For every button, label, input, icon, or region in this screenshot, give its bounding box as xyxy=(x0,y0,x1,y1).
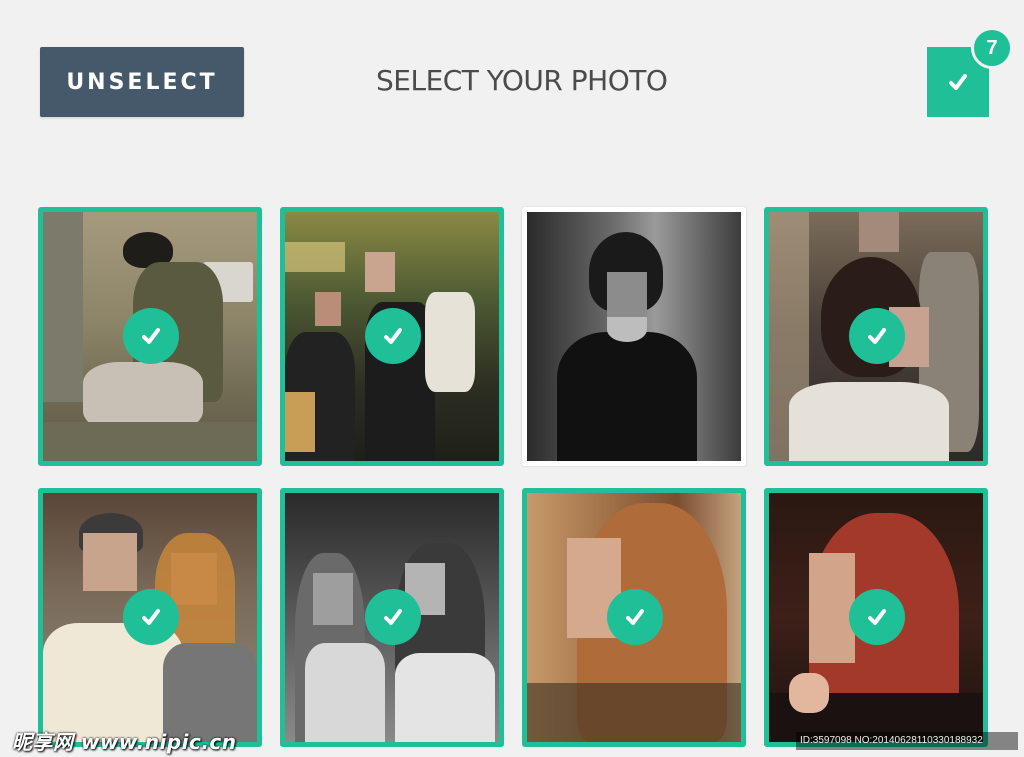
unselect-button[interactable]: UNSELECT xyxy=(40,47,244,117)
check-icon xyxy=(949,74,967,90)
photo-tile[interactable] xyxy=(38,488,262,747)
photo-tile[interactable] xyxy=(764,488,988,747)
selected-check-badge xyxy=(123,589,179,645)
selected-check-badge xyxy=(123,308,179,364)
check-icon xyxy=(142,609,160,625)
selected-check-badge xyxy=(849,308,905,364)
check-icon xyxy=(384,328,402,344)
watermark-logo: 昵享网 www.nipic.cn xyxy=(12,730,237,754)
photo-tile[interactable] xyxy=(522,207,746,466)
watermark-id: ID:3597098 NO:20140628110330188932 xyxy=(796,732,1018,750)
photo-grid xyxy=(38,207,988,747)
selected-check-badge xyxy=(365,308,421,364)
photo-tile[interactable] xyxy=(522,488,746,747)
check-icon xyxy=(626,609,644,625)
selected-check-badge xyxy=(849,589,905,645)
photo-tile[interactable] xyxy=(280,207,504,466)
check-icon xyxy=(868,609,886,625)
photo-image xyxy=(527,212,741,461)
page-title: SELECT YOUR PHOTO xyxy=(376,64,668,97)
check-icon xyxy=(142,328,160,344)
check-icon xyxy=(868,328,886,344)
check-icon xyxy=(384,609,402,625)
photo-tile[interactable] xyxy=(38,207,262,466)
photo-tile[interactable] xyxy=(764,207,988,466)
photo-tile[interactable] xyxy=(280,488,504,747)
selected-check-badge xyxy=(607,589,663,645)
selected-count-badge: 7 xyxy=(971,27,1013,69)
selected-check-badge xyxy=(365,589,421,645)
